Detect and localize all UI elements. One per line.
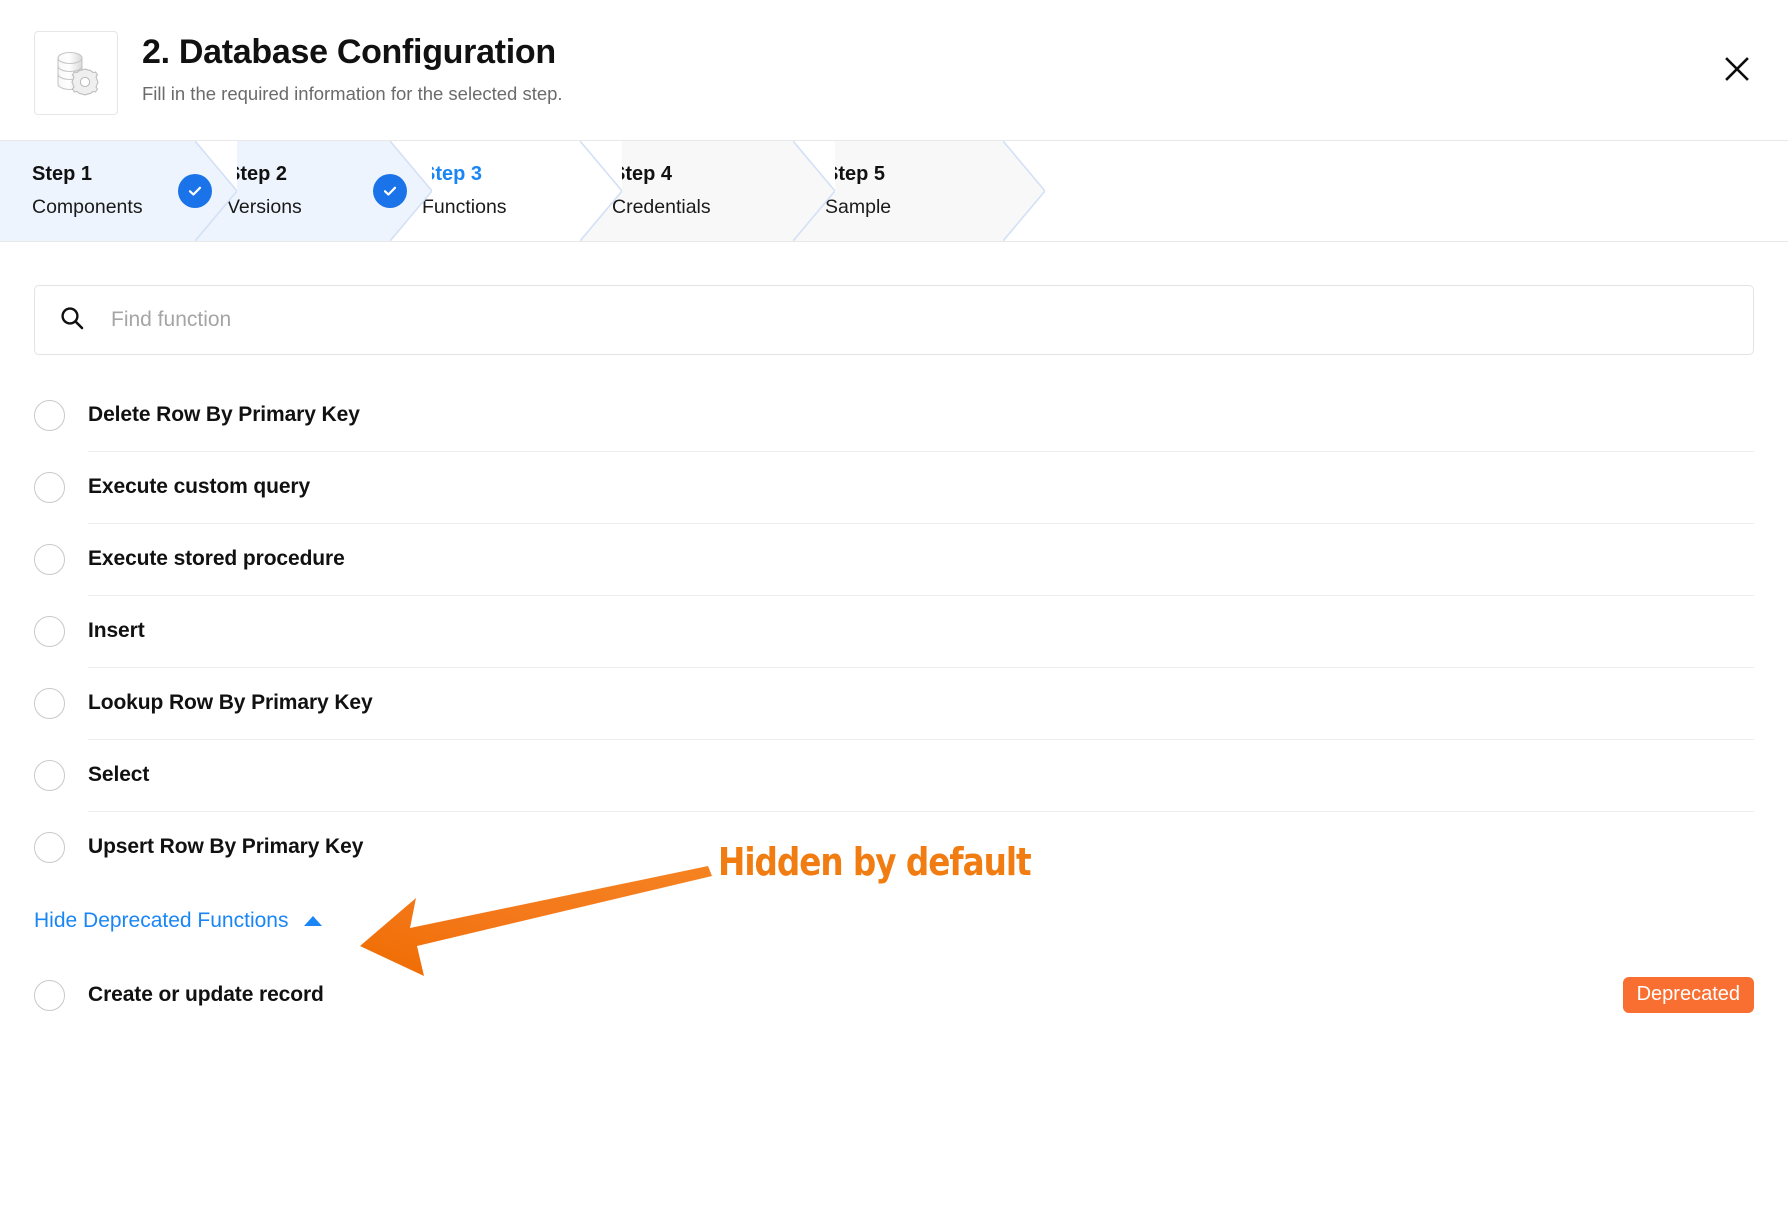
step-completed-check-icon-2	[373, 174, 407, 208]
search-box[interactable]	[34, 285, 1754, 355]
search-icon	[59, 305, 85, 336]
function-row[interactable]: Delete Row By Primary Key	[34, 379, 1754, 451]
search-input[interactable]	[109, 307, 1729, 333]
database-gear-icon	[34, 31, 118, 115]
function-row[interactable]: Lookup Row By Primary Key	[34, 667, 1754, 739]
function-label: Create or update record	[88, 983, 324, 1006]
hide-deprecated-functions-link[interactable]: Hide Deprecated Functions	[34, 909, 288, 933]
function-list: Delete Row By Primary Key Execute custom …	[34, 379, 1754, 883]
step-completed-check-icon-1	[178, 174, 212, 208]
function-row[interactable]: Upsert Row By Primary Key	[34, 811, 1754, 883]
step-track: Step 1 Components Step 2 Versions Step 3 Func…	[0, 141, 1076, 241]
deprecated-function-list: Create or update record Deprecated	[34, 959, 1754, 1031]
step-title-4: Step 4	[612, 163, 673, 186]
radio-button[interactable]	[34, 687, 65, 719]
radio-button[interactable]	[34, 979, 65, 1011]
deprecated-toggle-row: Hide Deprecated Functions	[34, 901, 1754, 941]
function-label: Select	[88, 763, 150, 786]
caret-up-icon[interactable]	[304, 916, 323, 926]
function-row[interactable]: Select	[34, 739, 1754, 811]
function-label: Upsert Row By Primary Key	[88, 835, 364, 858]
function-label: Insert	[88, 619, 145, 642]
header-text-block: 2. Database Configuration Fill in the re…	[142, 33, 563, 105]
radio-button[interactable]	[34, 615, 65, 647]
step-wizard-nav: Step 1 Components Step 2 Versions Step 3 Func…	[0, 141, 1788, 242]
function-row[interactable]: Execute stored procedure	[34, 523, 1754, 595]
status-badge: Deprecated	[1622, 977, 1754, 1013]
step-subtitle-5: Sample	[825, 196, 892, 219]
radio-button[interactable]	[34, 831, 65, 863]
page-subtitle: Fill in the required information for the…	[142, 83, 563, 105]
dialog-header: 2. Database Configuration Fill in the re…	[0, 0, 1788, 141]
radio-button[interactable]	[34, 543, 65, 575]
close-icon[interactable]	[1715, 47, 1759, 91]
function-label: Delete Row By Primary Key	[88, 403, 360, 426]
function-label: Lookup Row By Primary Key	[88, 691, 373, 714]
radio-button[interactable]	[34, 471, 65, 503]
step-title-3: Step 3	[422, 163, 483, 186]
function-row[interactable]: Execute custom query	[34, 451, 1754, 523]
function-row[interactable]: Create or update record Deprecated	[34, 959, 1754, 1031]
page-title: 2. Database Configuration	[142, 33, 556, 71]
function-row[interactable]: Insert	[34, 595, 1754, 667]
step-subtitle-3: Functions	[422, 196, 507, 219]
radio-button[interactable]	[34, 399, 65, 431]
radio-button[interactable]	[34, 759, 65, 791]
function-label: Execute custom query	[88, 475, 311, 498]
step-subtitle-4: Credentials	[612, 196, 711, 219]
search-section	[34, 285, 1754, 355]
function-label: Execute stored procedure	[88, 547, 345, 570]
step-title-5: Step 5	[825, 163, 886, 186]
